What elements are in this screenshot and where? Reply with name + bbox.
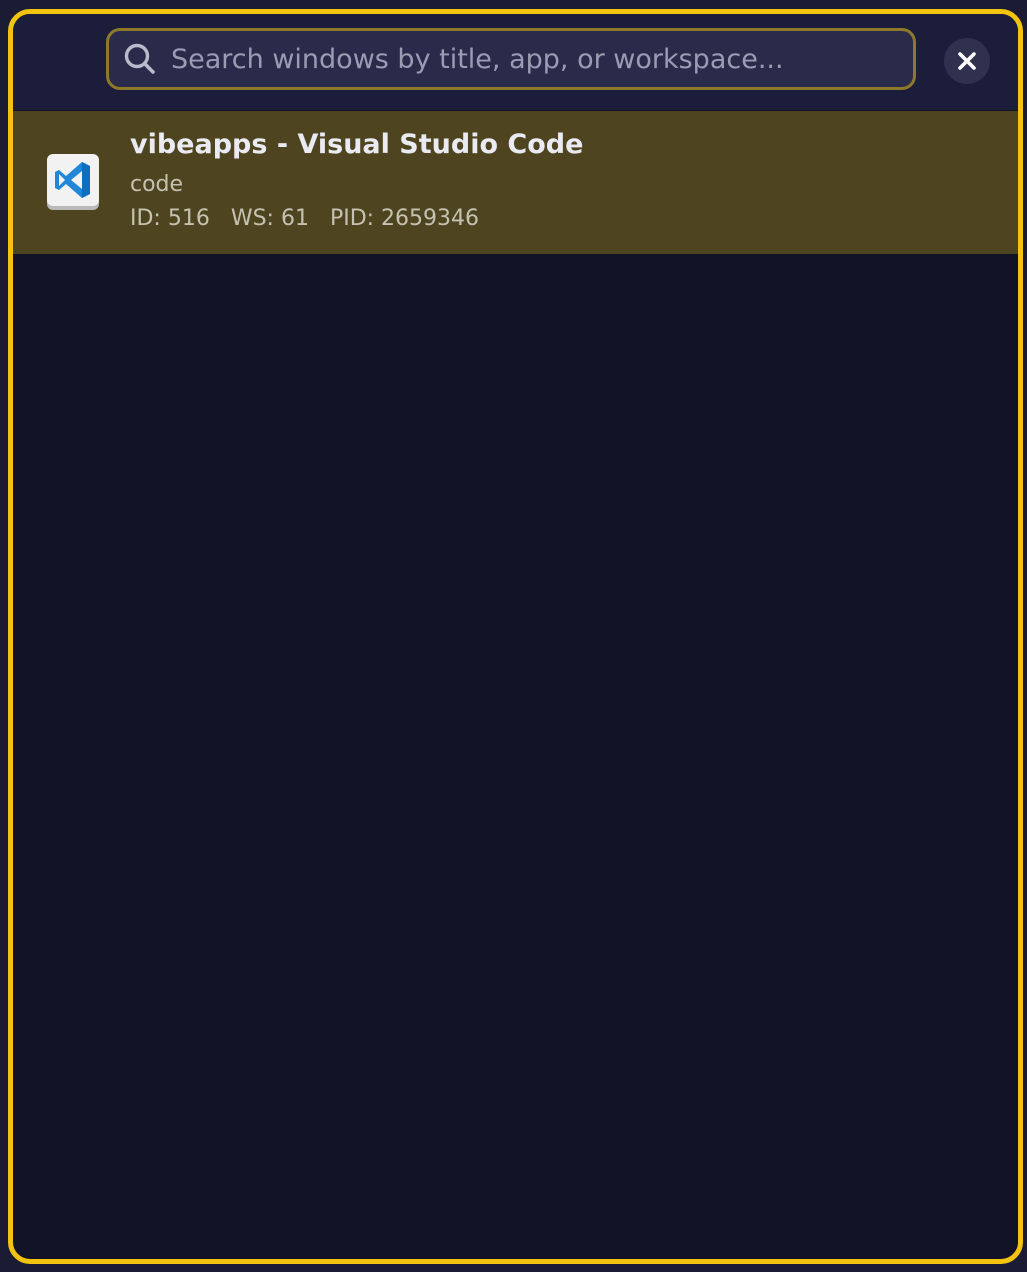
vscode-icon	[47, 154, 99, 210]
search-header	[13, 14, 1018, 110]
window-app-class: code	[130, 172, 184, 197]
search-input[interactable]	[171, 31, 913, 87]
window-switcher: vibeapps - Visual Studio Code code ID: 5…	[8, 9, 1023, 1264]
close-icon	[958, 52, 976, 70]
window-pid: PID: 2659346	[329, 206, 480, 231]
window-id: ID: 516	[130, 206, 210, 231]
window-list-item[interactable]: vibeapps - Visual Studio Code code ID: 5…	[13, 111, 1018, 254]
window-meta: ID: 516 WS: 61 PID: 2659346	[130, 206, 493, 231]
search-icon	[124, 43, 155, 74]
search-box[interactable]	[106, 28, 916, 90]
window-title: vibeapps - Visual Studio Code	[130, 129, 584, 160]
window-workspace: WS: 61	[230, 206, 309, 231]
close-button[interactable]	[944, 38, 990, 84]
